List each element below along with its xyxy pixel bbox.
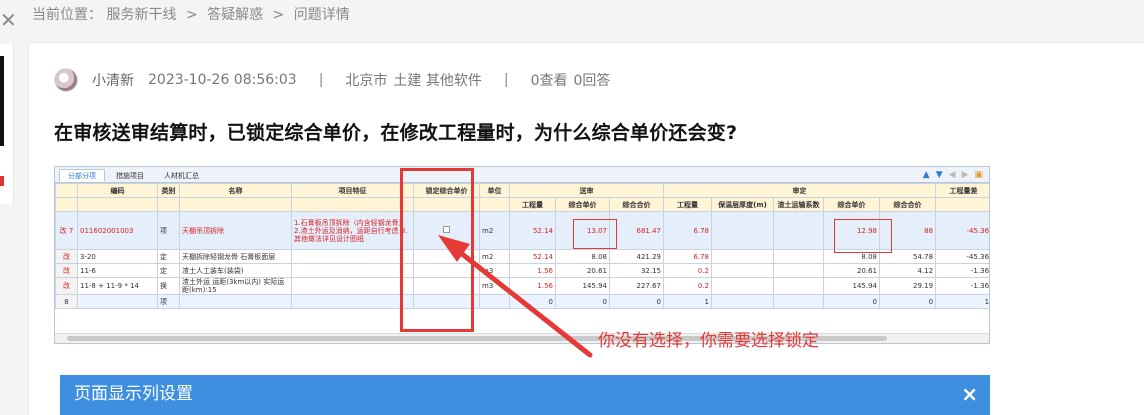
answer-count: 0回答 (573, 73, 611, 89)
lock-column-highlight (400, 168, 474, 332)
question-title: 在审核送审结算时，已锁定综合单价，在修改工程量时，为什么综合单价还会变? (54, 122, 738, 144)
header-unit: 单位 (479, 183, 510, 198)
breadcrumb-separator: > (272, 7, 285, 23)
header-code: 编码 (77, 183, 158, 198)
author-name[interactable]: 小清新 (92, 70, 134, 90)
breadcrumb-item[interactable]: 服务新干线 (106, 7, 176, 23)
view-count: 0查看 (530, 73, 568, 89)
left-side-red-mark (0, 176, 4, 186)
breadcrumb-item[interactable]: 答疑解惑 (207, 7, 263, 23)
header-submit-price: 综合单价 (555, 197, 610, 212)
column-settings-dialog-header: 页面显示列设置 × (60, 375, 990, 415)
table-row: 8 项 0 0 0 1 0 0 1 (55, 294, 989, 309)
attached-screenshot[interactable]: 分部分项 措施项目 人材机汇总 ▲ ▼ ◀ ▶ ▣ 编码 类别 名称 项目特征 … (54, 166, 990, 344)
post-category: 土建 其他软件 (393, 73, 482, 89)
annotation-note: 你没有选择，你需要选择锁定 (598, 331, 819, 351)
arrow-left-icon: ◀ (948, 170, 956, 180)
header-type: 类别 (157, 183, 180, 198)
breadcrumb-separator: > (185, 7, 198, 23)
header-submit-group: 送审 (508, 183, 665, 198)
move-down-icon: ▼ (935, 170, 943, 180)
meta-divider: | (503, 72, 509, 88)
header-name: 名称 (179, 183, 292, 198)
post-location: 北京市 (345, 73, 388, 89)
breadcrumb: 当前位置： 服务新干线 > 答疑解惑 > 问题详情 (32, 4, 350, 24)
table-row: 改 11-8 + 11-9 * 14 换 渣土外运 运距(3km以内) 实际运距… (55, 277, 989, 295)
dialog-close-button[interactable]: × (961, 375, 978, 413)
header-review-qty: 工程量 (663, 197, 713, 212)
header-submit-qty: 工程量 (509, 197, 556, 212)
avatar[interactable] (54, 68, 78, 92)
header-review-coef: 渣土运输系数 (773, 197, 825, 212)
breadcrumb-prefix: 当前位置： (32, 7, 102, 23)
header-index (55, 183, 78, 198)
post-meta: 小清新 2023-10-26 08:56:03 | 北京市 土建 其他软件 | … (54, 67, 610, 93)
settings-icon: ▣ (974, 170, 983, 180)
software-tab-bar: 分部分项 措施项目 人材机汇总 (55, 167, 989, 183)
close-icon[interactable]: ✕ (0, 8, 17, 32)
post-datetime: 2023-10-26 08:56:03 (148, 72, 297, 88)
tab-rencaiji: 人材机汇总 (164, 172, 199, 180)
header-diff: 工程量差 (935, 183, 989, 198)
header-review-group: 审定 (663, 183, 937, 198)
header-review-total: 综合合价 (879, 197, 937, 212)
submit-price-highlight (573, 219, 617, 249)
dialog-title: 页面显示列设置 (74, 384, 193, 404)
meta-divider: | (318, 72, 324, 88)
software-toolbar: ▲ ▼ ◀ ▶ ▣ (923, 170, 983, 180)
tab-fenbufenxiang: 分部分项 (59, 169, 105, 182)
arrow-right-icon: ▶ (961, 170, 969, 180)
tab-cuoshixiangmu: 措施项目 (116, 172, 144, 180)
table-row: 改 11-6 定 渣土人工装车(装袋) m3 1.56 20.61 32.15 … (55, 263, 989, 278)
header-feature: 项目特征 (291, 183, 414, 198)
left-edge-panel: ✕ (0, 0, 22, 415)
header-review-price: 综合单价 (823, 197, 881, 212)
left-side-text-fragment (0, 56, 4, 146)
header-submit-total: 综合合价 (608, 197, 665, 212)
move-up-icon: ▲ (922, 170, 930, 180)
header-review-thickness: 保温层厚度(m) (711, 197, 775, 212)
breadcrumb-item-current: 问题详情 (293, 7, 350, 23)
horizontal-scrollbar[interactable] (55, 333, 989, 343)
review-price-highlight (834, 219, 892, 253)
